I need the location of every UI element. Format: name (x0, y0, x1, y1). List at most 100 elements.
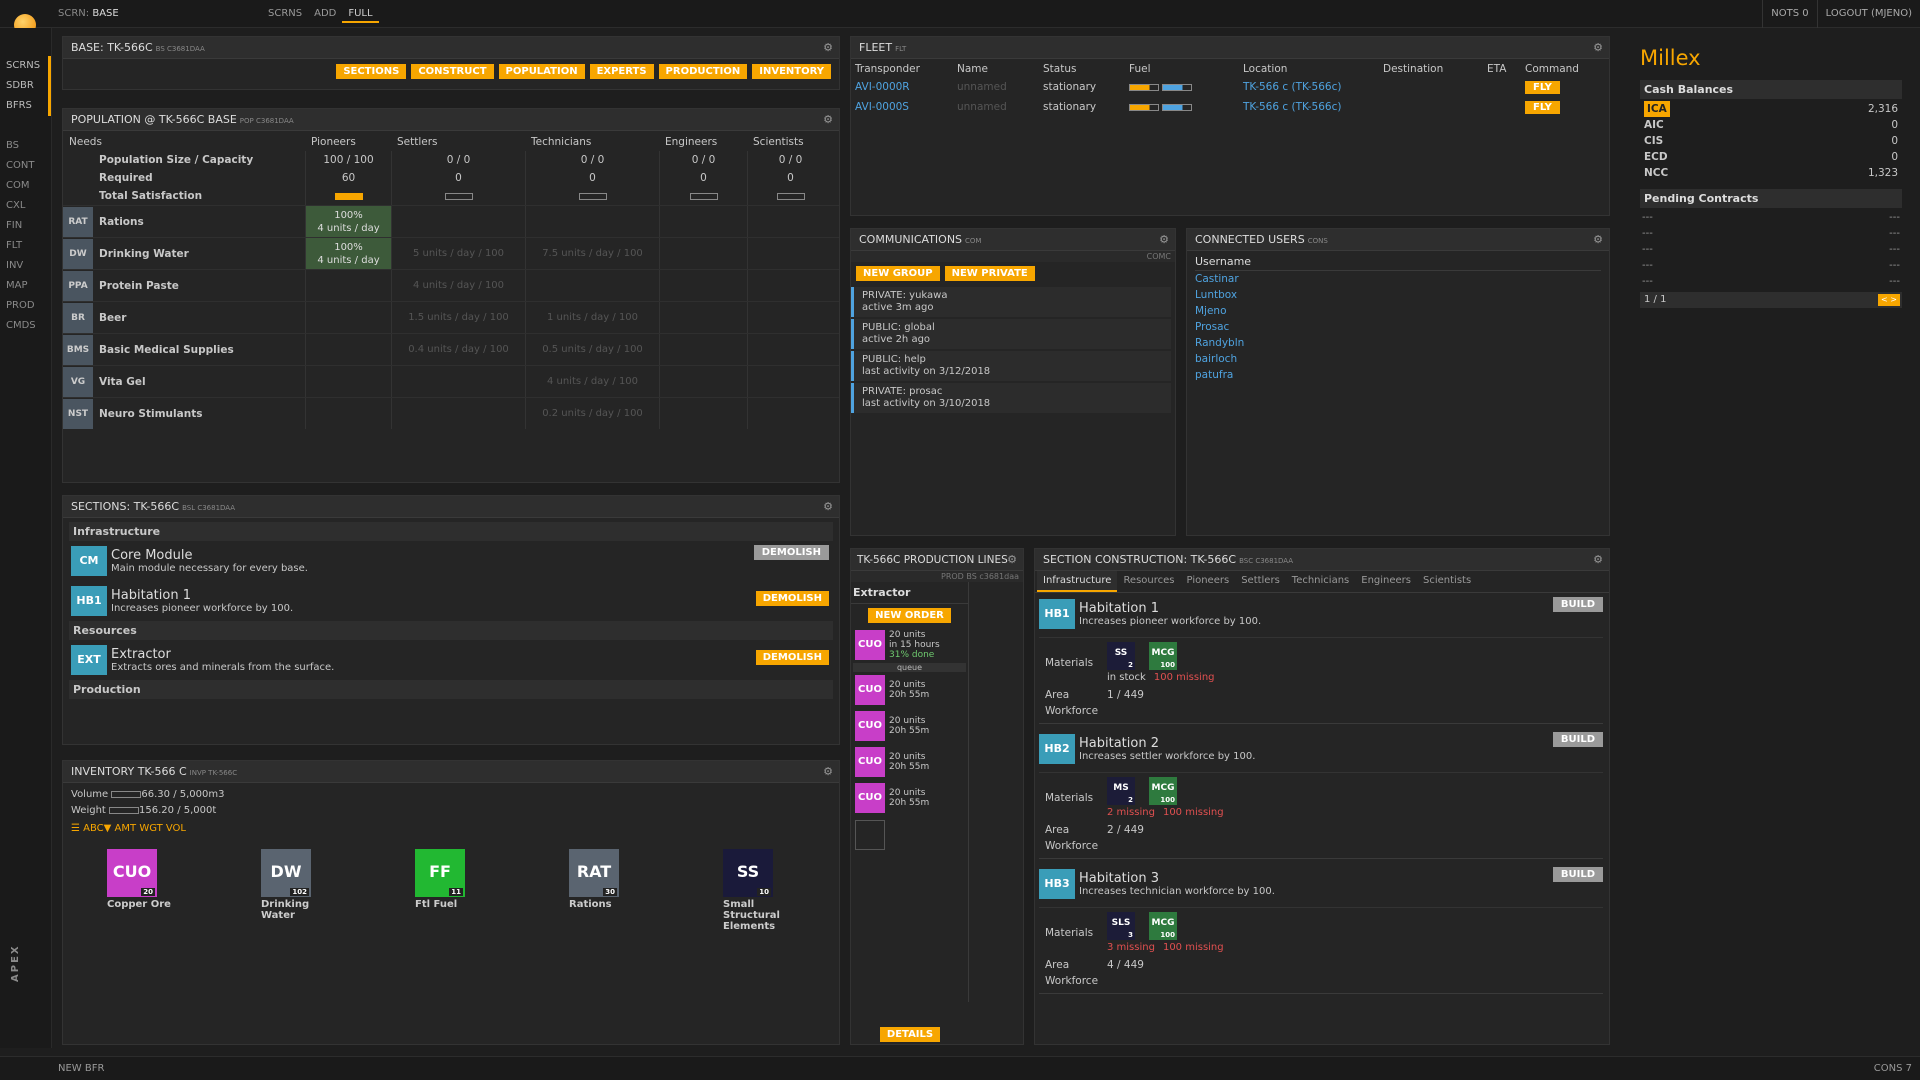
material-icon[interactable]: SLS 3 (1107, 912, 1135, 940)
gear-icon[interactable]: ⚙ (1159, 229, 1169, 251)
user-link[interactable]: Luntbox (1195, 287, 1601, 303)
build-button[interactable]: BUILD (1552, 597, 1603, 612)
tab-engineers[interactable]: Engineers (1355, 571, 1417, 592)
material-icon[interactable]: MS 2 (1107, 777, 1135, 805)
notifications-button[interactable]: NOTS 0 (1762, 0, 1816, 28)
page-arrows[interactable]: < > (1878, 294, 1900, 306)
production-order[interactable]: CUO 20 units 20h 55m (851, 744, 968, 780)
section-ticker[interactable]: HB1 (71, 586, 107, 616)
material-icon[interactable]: MCG 100 (1149, 777, 1177, 805)
transponder-link[interactable]: AVI-0000R (855, 77, 957, 97)
user-link[interactable]: Prosac (1195, 319, 1601, 335)
new-order-button[interactable]: NEW ORDER (868, 608, 951, 623)
sections-button[interactable]: SECTIONS (336, 64, 407, 79)
production-order[interactable]: CUO 20 units in 15 hours 31% done (851, 627, 968, 663)
production-button[interactable]: PRODUCTION (658, 64, 748, 79)
demolish-button[interactable]: DEMOLISH (755, 591, 829, 606)
tab-infrastructure[interactable]: Infrastructure (1037, 571, 1118, 592)
tab-scientists[interactable]: Scientists (1417, 571, 1477, 592)
nav-prod[interactable]: PROD (0, 296, 51, 316)
material-ticker[interactable]: BR (63, 302, 93, 333)
gear-icon[interactable]: ⚙ (823, 109, 833, 131)
gear-icon[interactable]: ⚙ (823, 37, 833, 59)
nav-cxl[interactable]: CXL (0, 196, 51, 216)
fly-button[interactable]: FLY (1525, 100, 1560, 114)
gear-icon[interactable]: ⚙ (1593, 37, 1603, 59)
gear-icon[interactable]: ⚙ (1007, 549, 1017, 571)
logout-button[interactable]: LOGOUT (MJENO) (1816, 0, 1920, 28)
user-link[interactable]: Mjeno (1195, 303, 1601, 319)
material-ticker[interactable]: NST (63, 398, 93, 429)
section-ticker[interactable]: HB2 (1039, 734, 1075, 764)
add-button[interactable]: ADD (308, 6, 342, 23)
production-order[interactable]: CUO 20 units 20h 55m (851, 780, 968, 816)
material-icon[interactable]: MCG 100 (1149, 912, 1177, 940)
user-link[interactable]: patufra (1195, 367, 1601, 383)
channel-item[interactable]: PUBLIC: global active 2h ago (851, 319, 1171, 349)
full-button[interactable]: FULL (342, 6, 379, 23)
build-button[interactable]: BUILD (1552, 732, 1603, 747)
details-button[interactable]: DETAILS (879, 1027, 941, 1042)
nav-fin[interactable]: FIN (0, 216, 51, 236)
tab-technicians[interactable]: Technicians (1286, 571, 1355, 592)
nav-cmds[interactable]: CMDS (0, 316, 51, 336)
gear-icon[interactable]: ⚙ (823, 496, 833, 518)
tab-settlers[interactable]: Settlers (1235, 571, 1286, 592)
material-icon[interactable]: SS 2 (1107, 642, 1135, 670)
production-order[interactable]: CUO 20 units 20h 55m (851, 708, 968, 744)
empty-order-slot[interactable] (855, 820, 885, 850)
gear-icon[interactable]: ⚙ (1593, 549, 1603, 571)
location-link[interactable]: TK-566 c (TK-566c) (1243, 97, 1383, 117)
tab-pioneers[interactable]: Pioneers (1181, 571, 1236, 592)
population-button[interactable]: POPULATION (498, 64, 585, 79)
location-link[interactable]: TK-566 c (TK-566c) (1243, 77, 1383, 97)
nav-sdbr[interactable]: SDBR (0, 76, 51, 96)
production-order[interactable]: CUO 20 units 20h 55m (851, 672, 968, 708)
nav-bs[interactable]: BS (0, 136, 51, 156)
new-private-button[interactable]: NEW PRIVATE (944, 266, 1035, 281)
new-group-button[interactable]: NEW GROUP (856, 266, 940, 281)
cons-indicator[interactable]: CONS 7 (1874, 1063, 1912, 1074)
section-ticker[interactable]: CM (71, 546, 107, 576)
scrns-button[interactable]: SCRNS (262, 6, 308, 23)
material-ticker[interactable]: DW (63, 238, 93, 269)
nav-scrns[interactable]: SCRNS (0, 56, 51, 76)
sort-vol[interactable]: VOL (166, 823, 186, 834)
gear-icon[interactable]: ⚙ (823, 761, 833, 783)
nav-inv[interactable]: INV (0, 256, 51, 276)
channel-item[interactable]: PUBLIC: help last activity on 3/12/2018 (851, 351, 1171, 381)
material-ticker[interactable]: PPA (63, 270, 93, 301)
transponder-link[interactable]: AVI-0000S (855, 97, 957, 117)
inventory-item[interactable]: SS 10 Small Structural Elements (723, 849, 803, 932)
inventory-item[interactable]: RAT 30 Rations (569, 849, 649, 910)
user-link[interactable]: bairloch (1195, 351, 1601, 367)
section-ticker[interactable]: HB3 (1039, 869, 1075, 899)
sort-wgt[interactable]: WGT (139, 823, 162, 834)
user-link[interactable]: Randybln (1195, 335, 1601, 351)
build-button[interactable]: BUILD (1552, 867, 1603, 882)
channel-item[interactable]: PRIVATE: prosac last activity on 3/10/201… (851, 383, 1171, 413)
inventory-item[interactable]: FF 11 Ftl Fuel (415, 849, 495, 910)
nav-cont[interactable]: CONT (0, 156, 51, 176)
sort-amt[interactable]: AMT (115, 823, 137, 834)
section-ticker[interactable]: EXT (71, 645, 107, 675)
construct-button[interactable]: CONSTRUCT (411, 64, 494, 79)
inventory-item[interactable]: CUO 20 Copper Ore (107, 849, 187, 910)
section-ticker[interactable]: HB1 (1039, 599, 1075, 629)
gear-icon[interactable]: ⚙ (1593, 229, 1603, 251)
inventory-button[interactable]: INVENTORY (752, 64, 831, 79)
inventory-item[interactable]: DW 102 Drinking Water (261, 849, 341, 921)
nav-com[interactable]: COM (0, 176, 51, 196)
experts-button[interactable]: EXPERTS (589, 64, 654, 79)
material-ticker[interactable]: BMS (63, 334, 93, 365)
material-ticker[interactable]: VG (63, 366, 93, 397)
demolish-button[interactable]: DEMOLISH (753, 545, 829, 560)
tab-resources[interactable]: Resources (1117, 571, 1180, 592)
new-bfr-button[interactable]: NEW BFR (58, 1063, 104, 1074)
user-link[interactable]: Castinar (1195, 271, 1601, 287)
table-row[interactable]: AVI-0000R unnamed stationary TK-566 c (T… (855, 77, 1595, 97)
material-ticker[interactable]: RAT (63, 206, 93, 237)
fly-button[interactable]: FLY (1525, 80, 1560, 94)
nav-map[interactable]: MAP (0, 276, 51, 296)
sort-abc[interactable]: ABC▼ (83, 823, 111, 834)
